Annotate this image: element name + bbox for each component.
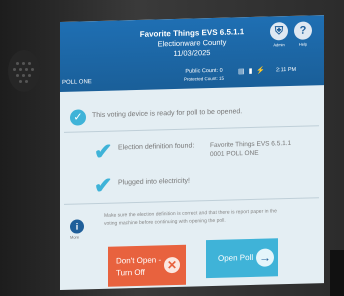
status-panel: ✓ This voting device is ready for poll t… (60, 85, 324, 290)
admin-label: Admin (273, 42, 285, 48)
warning-text: voting machine before continuing with op… (104, 217, 226, 227)
turn-off-label: Turn Off (116, 267, 145, 278)
electricity-label: Plugged into electricity! (118, 177, 190, 187)
status-icons: ▤ ▮ ⚡ (238, 66, 272, 77)
app-header: Favorite Things EVS 6.5.1.1 Electionware… (60, 15, 324, 93)
divider (64, 197, 319, 205)
info-label: More (70, 234, 80, 240)
help-label: Help (298, 41, 308, 47)
printer-icon: ▤ (238, 68, 246, 76)
checkmark-icon: ✔ (94, 172, 113, 199)
close-icon: ✕ (164, 256, 180, 274)
warning-text: Make sure the election definition is cor… (104, 208, 277, 219)
divider (64, 125, 319, 133)
checkmark-icon: ✔ (94, 138, 113, 165)
ready-message: This voting device is ready for poll to … (92, 108, 243, 120)
power-icon: ⚡ (256, 67, 267, 75)
voting-device-bezel: Favorite Things EVS 6.5.1.1 Electionware… (0, 0, 344, 296)
info-icon[interactable]: i (70, 219, 84, 234)
definition-value: Favorite Things EVS 6.5.1.1 (210, 139, 292, 150)
dont-open-button[interactable]: Don't Open - Turn Off ✕ (108, 244, 186, 287)
definition-label: Election definition found: (118, 142, 195, 152)
battery-icon: ▮ (248, 67, 254, 76)
poll-name: POLL ONE (62, 79, 92, 86)
clock: 2:11 PM (276, 66, 297, 74)
dont-open-label: Don't Open - (116, 255, 162, 266)
open-poll-button[interactable]: Open Poll → (206, 238, 278, 279)
check-circle-icon: ✓ (70, 109, 86, 126)
question-icon: ? (299, 24, 307, 37)
arrow-right-icon: → (256, 248, 274, 267)
touch-screen: Favorite Things EVS 6.5.1.1 Electionware… (60, 15, 324, 291)
open-poll-label: Open Poll (218, 252, 254, 263)
definition-poll: 0001 POLL ONE (210, 149, 259, 159)
speaker-grille (8, 50, 40, 92)
shield-icon: ⛨ (274, 25, 284, 38)
device-edge (330, 250, 344, 296)
